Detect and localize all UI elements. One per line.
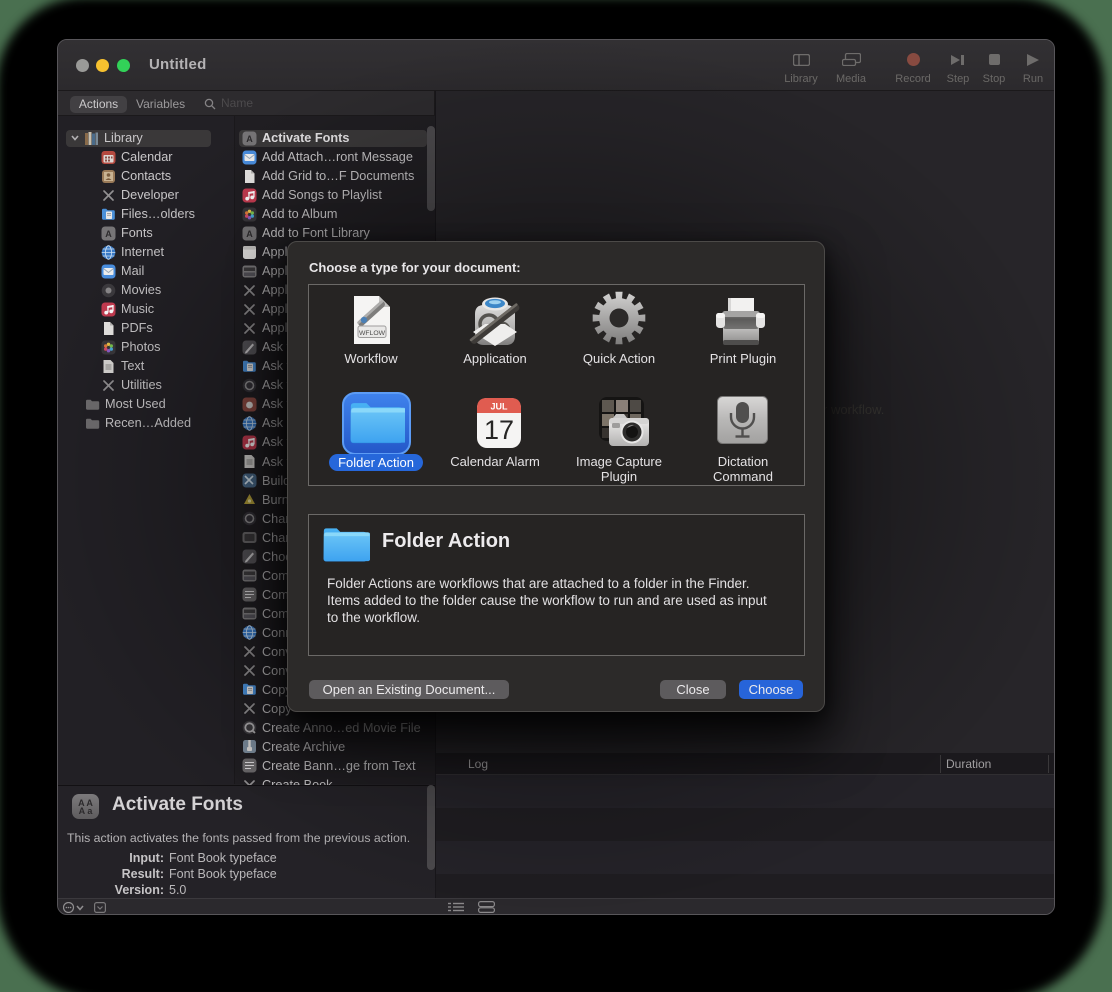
svg-text:A: A: [105, 229, 112, 239]
svg-text:JUL: JUL: [490, 402, 508, 412]
svg-text:WFLOW: WFLOW: [359, 330, 386, 337]
svg-text:A: A: [246, 229, 253, 239]
svg-text:17: 17: [484, 415, 514, 445]
svg-text:A: A: [246, 134, 253, 144]
